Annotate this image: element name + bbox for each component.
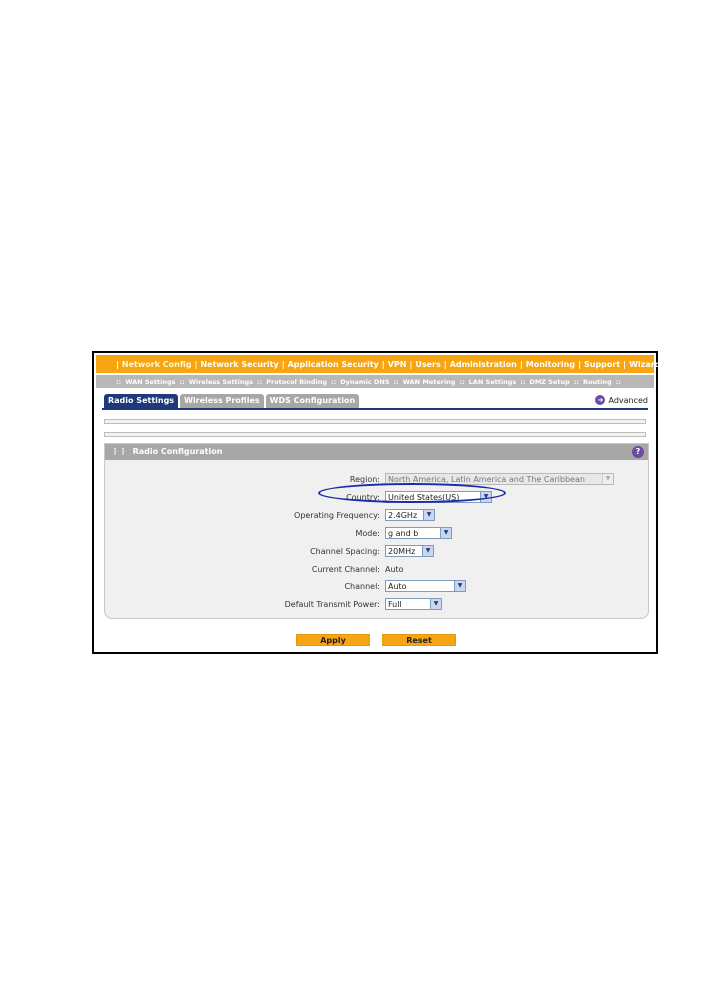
main-nav-application-security[interactable]: Application Security (287, 360, 380, 369)
main-nav-monitoring[interactable]: Monitoring (525, 360, 576, 369)
tab-wireless-profiles[interactable]: Wireless Profiles (180, 394, 264, 408)
current-channel-label: Current Channel: (311, 565, 380, 574)
chevron-down-icon: ▼ (422, 546, 433, 556)
current-channel-row: Current Channel: Auto (105, 563, 650, 577)
mode-select[interactable]: g and b ▼ (385, 527, 452, 539)
panel-title: Radio Configuration (132, 447, 223, 456)
arrow-circle-icon: ➜ (595, 395, 606, 405)
help-icon[interactable]: ? (632, 446, 644, 458)
frequency-row: Operating Frequency: 2.4GHz ▼ (105, 509, 650, 523)
status-bar-bottom (104, 432, 646, 437)
frequency-label: Operating Frequency: (294, 511, 380, 520)
channel-value: Auto (388, 581, 407, 591)
frequency-value: 2.4GHz (388, 510, 418, 520)
sub-nav-dmz-setup[interactable]: DMZ Setup (529, 378, 569, 386)
tab-underline (102, 408, 648, 410)
sub-nav-wan-metering[interactable]: WAN Metering (403, 378, 456, 386)
mode-row: Mode: g and b ▼ (105, 527, 650, 541)
main-nav-wizards[interactable]: Wizards (628, 360, 666, 369)
main-nav-network-security[interactable]: Network Security (199, 360, 279, 369)
status-bar-top (104, 419, 646, 424)
mode-label: Mode: (355, 529, 381, 538)
power-select[interactable]: Full ▼ (385, 598, 442, 610)
router-admin-window: | Network Config | Network Security | Ap… (92, 351, 671, 654)
tab-bar: Radio Settings Wireless Profiles WDS Con… (104, 394, 360, 408)
main-nav-administration[interactable]: Administration (449, 360, 518, 369)
sub-nav-dynamic-dns[interactable]: Dynamic DNS (340, 378, 389, 386)
channel-label: Channel: (344, 582, 380, 591)
frequency-select[interactable]: 2.4GHz ▼ (385, 509, 435, 521)
main-nav-vpn[interactable]: VPN (387, 360, 408, 369)
chevron-down-icon: ▼ (440, 528, 451, 538)
spacing-label: Channel Spacing: (310, 547, 380, 556)
channel-row: Channel: Auto ▼ (105, 580, 650, 594)
apply-button[interactable]: Apply (296, 634, 370, 646)
reset-button[interactable]: Reset (382, 634, 456, 646)
main-nav: | Network Config | Network Security | Ap… (96, 355, 671, 373)
sub-nav-wan-settings[interactable]: WAN Settings (125, 378, 175, 386)
spacing-value: 20MHz (388, 546, 416, 556)
sub-nav-protocol-binding[interactable]: Protocol Binding (266, 378, 327, 386)
sub-nav: :: WAN Settings :: Wireless Settings :: … (96, 375, 654, 388)
main-nav-support[interactable]: Support (583, 360, 621, 369)
mode-value: g and b (388, 528, 419, 538)
channel-select[interactable]: Auto ▼ (385, 580, 466, 592)
chevron-down-icon: ▼ (454, 581, 465, 591)
sub-nav-wireless-settings[interactable]: Wireless Settings (189, 378, 253, 386)
radio-configuration-panel: ⋮⋮ Radio Configuration ? Region: North A… (104, 443, 649, 619)
main-nav-users[interactable]: Users (414, 360, 441, 369)
sub-nav-lan-settings[interactable]: LAN Settings (469, 378, 517, 386)
advanced-label: Advanced (608, 395, 648, 405)
country-highlight-ellipse (318, 483, 506, 503)
advanced-link[interactable]: ➜ Advanced (595, 395, 648, 405)
chevron-down-icon: ▼ (430, 599, 441, 609)
main-nav-network-config[interactable]: Network Config (121, 360, 193, 369)
grip-icon: ⋮⋮ (111, 447, 127, 456)
tab-radio-settings[interactable]: Radio Settings (104, 394, 179, 408)
chevron-down-icon: ▼ (423, 510, 434, 520)
power-label: Default Transmit Power: (284, 600, 380, 609)
spacing-row: Channel Spacing: 20MHz ▼ (105, 545, 650, 559)
current-channel-value: Auto (385, 565, 404, 574)
tab-wds-configuration[interactable]: WDS Configuration (265, 394, 360, 408)
region-label: Region: (349, 475, 380, 484)
spacing-select[interactable]: 20MHz ▼ (385, 545, 434, 557)
power-row: Default Transmit Power: Full ▼ (105, 598, 650, 612)
panel-header: ⋮⋮ Radio Configuration (105, 444, 648, 460)
sub-nav-routing[interactable]: Routing (583, 378, 612, 386)
chevron-down-icon: ▼ (602, 474, 613, 484)
power-value: Full (388, 599, 402, 609)
